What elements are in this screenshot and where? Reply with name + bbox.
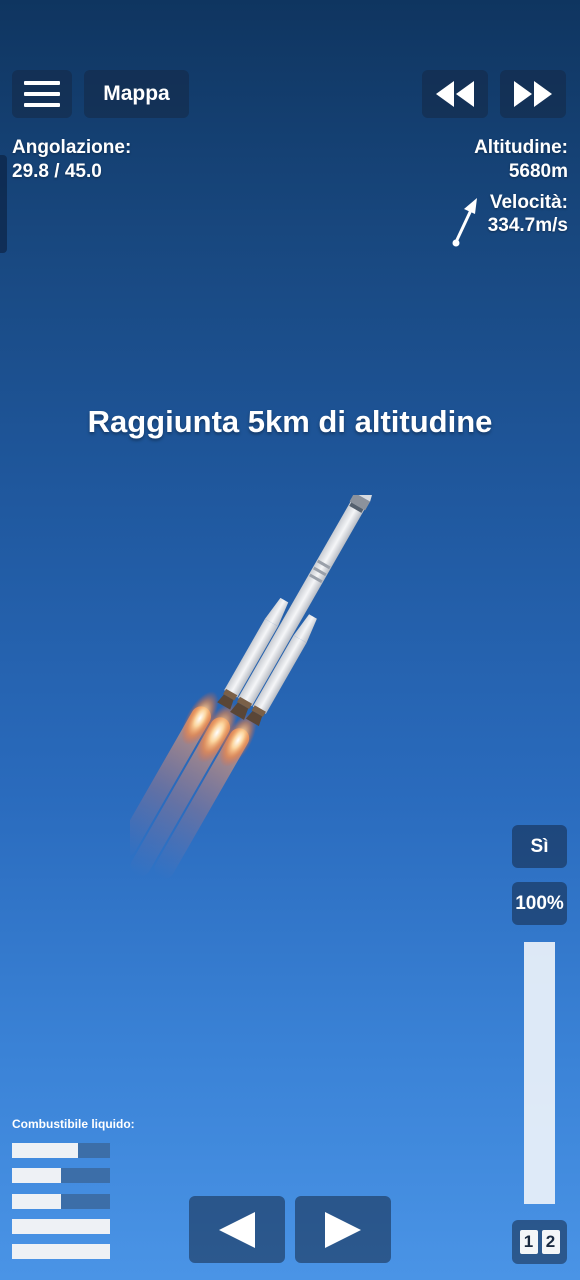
fuel-bar <box>12 1244 110 1259</box>
fuel-fill <box>12 1219 110 1234</box>
altitude-value: 5680m <box>508 161 568 182</box>
milestone-message: Raggiunta 5km di altitudine <box>87 404 493 439</box>
stage-number: 2 <box>541 1230 560 1254</box>
rewind-button[interactable] <box>422 70 488 118</box>
angle-value: 29.8 / 45.0 <box>12 161 102 182</box>
hamburger-icon <box>24 81 60 107</box>
throttle-slider[interactable] <box>524 942 555 1204</box>
fuel-bar <box>12 1168 110 1183</box>
confirm-button[interactable]: Sì <box>512 825 567 868</box>
menu-button[interactable] <box>12 70 72 118</box>
velocity-label: Velocità: <box>489 192 568 213</box>
rotate-right-button[interactable] <box>295 1196 391 1263</box>
fast-forward-button[interactable] <box>500 70 566 118</box>
fuel-bar <box>12 1194 110 1209</box>
fuel-label: Combustibile liquido: <box>12 1117 135 1131</box>
fuel-bar <box>12 1219 110 1234</box>
fast-forward-icon <box>514 81 552 107</box>
angle-label: Angolazione: <box>12 137 132 158</box>
fuel-bar <box>12 1143 110 1158</box>
right-triangle-icon <box>325 1211 361 1248</box>
left-triangle-icon <box>219 1211 255 1248</box>
stage-indicator[interactable]: 1 2 <box>512 1220 567 1264</box>
stage-number: 1 <box>519 1230 538 1254</box>
fuel-fill <box>12 1194 61 1209</box>
altitude-label: Altitudine: <box>474 137 568 158</box>
rotate-left-button[interactable] <box>189 1196 285 1263</box>
rewind-icon <box>436 81 474 107</box>
side-panel-tab[interactable] <box>0 155 7 253</box>
fuel-fill <box>12 1168 61 1183</box>
rocket-body <box>217 495 375 727</box>
fuel-fill <box>12 1244 110 1259</box>
fuel-fill <box>12 1143 78 1158</box>
map-button[interactable]: Mappa <box>84 70 189 118</box>
velocity-value: 334.7m/s <box>487 215 568 236</box>
rocket <box>130 495 375 879</box>
velocity-direction-icon <box>452 198 477 247</box>
throttle-percent-button[interactable]: 100% <box>512 882 567 925</box>
